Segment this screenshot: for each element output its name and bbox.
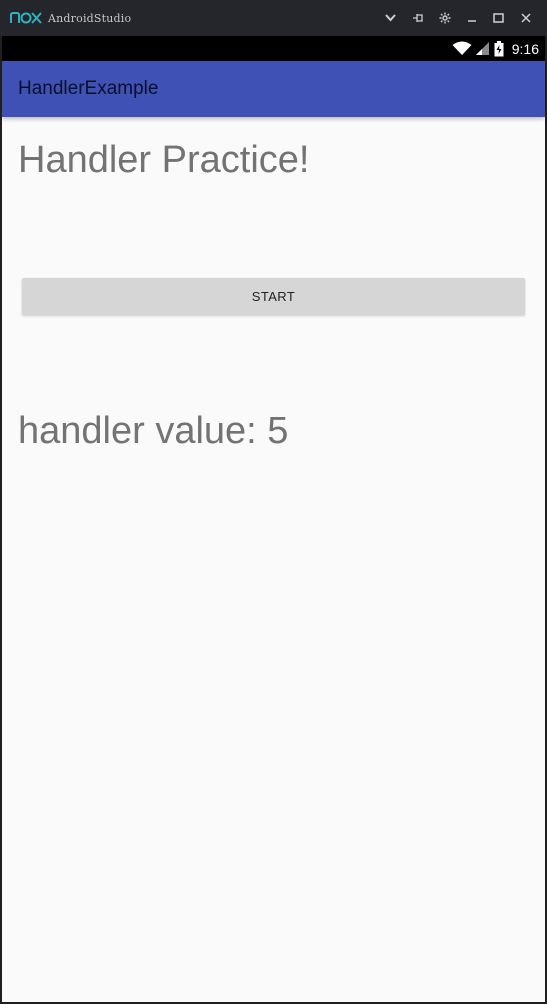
close-icon[interactable] [512,0,539,36]
status-bar: 9:16 [2,36,545,61]
window-controls [377,0,539,36]
gear-icon[interactable] [431,0,458,36]
pin-icon[interactable] [404,0,431,36]
chevron-down-icon[interactable] [377,0,404,36]
wifi-icon [452,41,472,56]
start-button[interactable]: START [22,278,525,315]
minimize-icon[interactable] [458,0,485,36]
window-title: AndroidStudio [48,11,132,25]
maximize-icon[interactable] [485,0,512,36]
device-screen: 9:16 HandlerExample Handler Practice! ST… [2,36,545,1002]
nox-logo [10,11,42,25]
status-time: 9:16 [511,40,539,57]
handler-value-text: handler value: 5 [18,410,289,452]
emulator-title-bar: AndroidStudio [0,0,547,36]
page-heading: Handler Practice! [18,139,310,181]
battery-charging-icon [494,40,504,57]
app-bar: HandlerExample [2,61,545,117]
signal-icon [475,41,490,56]
app-title: HandlerExample [18,78,159,99]
